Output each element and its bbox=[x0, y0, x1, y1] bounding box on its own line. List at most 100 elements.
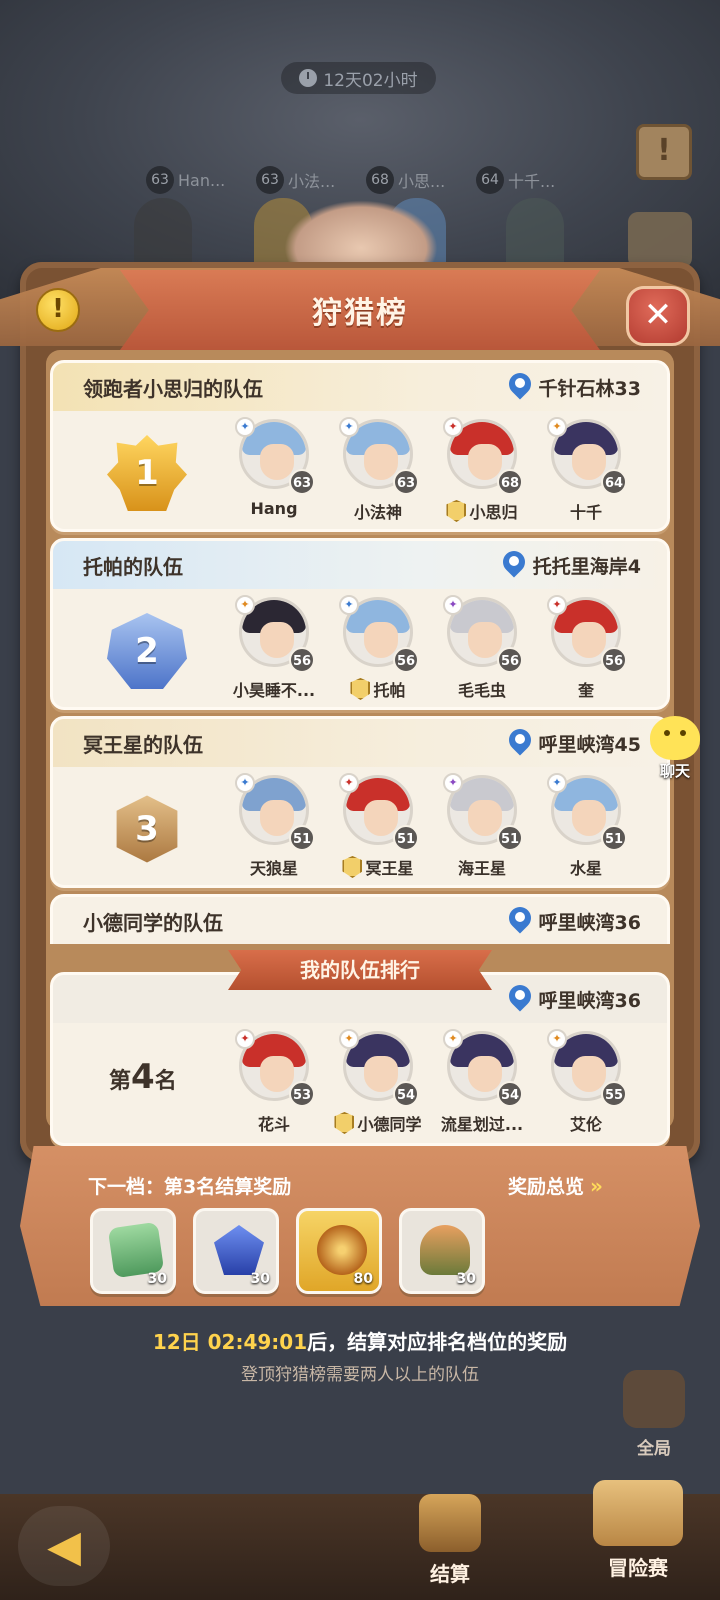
settle-tab[interactable]: 结算 bbox=[400, 1494, 500, 1598]
member[interactable]: ✦ 56 小昊睡不... bbox=[233, 595, 315, 700]
member[interactable]: ✦ 68 小思归 bbox=[443, 417, 523, 522]
member-level: 51 bbox=[289, 825, 315, 851]
info-button[interactable]: ! bbox=[36, 288, 80, 332]
member[interactable]: ✦ 54 小德同学 bbox=[334, 1029, 422, 1134]
leader-shield-icon bbox=[334, 1112, 355, 1134]
rank-badge-silver: 2 bbox=[107, 613, 187, 689]
reward-item[interactable]: 30 bbox=[193, 1208, 279, 1294]
location-pin-icon bbox=[509, 985, 531, 1013]
podium-entry: 64 十千... bbox=[476, 166, 568, 194]
podium-entry: 63 小法... bbox=[256, 166, 348, 194]
member-list: ✦ 63 Hang ✦ 63 小法神 ✦ 68 小思归 ✦ 64 十千 bbox=[235, 417, 627, 522]
member[interactable]: ✦ 51 天狼星 bbox=[235, 773, 315, 878]
member-level: 53 bbox=[289, 1081, 315, 1107]
member-name: 小德同学 bbox=[323, 1111, 433, 1135]
close-button[interactable]: ✕ bbox=[626, 286, 690, 346]
chest-icon[interactable] bbox=[628, 212, 692, 268]
member[interactable]: ✦ 55 艾伦 bbox=[547, 1029, 627, 1134]
meal-plate-icon bbox=[420, 1225, 470, 1275]
location-text: 呼里峡湾36 bbox=[538, 989, 641, 1012]
location-text: 托托里海岸4 bbox=[532, 555, 641, 578]
hint-text: 登顶狩猎榜需要两人以上的队伍 bbox=[241, 1365, 479, 1385]
team-location[interactable]: 呼里峡湾36 bbox=[509, 907, 641, 935]
team-card-3[interactable]: 冥王星的队伍 呼里峡湾45 3 ✦ 51 天狼星 ✦ 51 冥王星 ✦ 51 海王星 ✦ 51… bbox=[50, 716, 670, 888]
class-icon: ✦ bbox=[235, 773, 255, 793]
podium-level: 63 bbox=[146, 166, 174, 194]
member-name: 奎 bbox=[577, 681, 594, 700]
chat-button[interactable]: 聊天 bbox=[638, 716, 712, 790]
member-level: 64 bbox=[601, 469, 627, 495]
settle-bag-icon bbox=[419, 1494, 481, 1552]
member[interactable]: ✦ 54 流星划过... bbox=[441, 1029, 523, 1134]
team-list[interactable]: 领跑者小思归的队伍 千针石林33 1 ✦ 63 Hang ✦ 63 小法神 ✦ 68 小思归… bbox=[50, 360, 670, 944]
class-icon: ✦ bbox=[547, 1029, 567, 1049]
member-name: 托帕 bbox=[323, 677, 433, 701]
member[interactable]: ✦ 53 花斗 bbox=[235, 1029, 315, 1134]
chat-label: 聊天 bbox=[659, 762, 690, 780]
member-level: 51 bbox=[393, 825, 419, 851]
member[interactable]: ✦ 51 水星 bbox=[547, 773, 627, 878]
reward-item[interactable]: 30 bbox=[399, 1208, 485, 1294]
timer-text: 12天02小时 bbox=[323, 70, 418, 91]
gold-orb-icon bbox=[317, 1225, 367, 1275]
team-location[interactable]: 呼里峡湾36 bbox=[509, 985, 641, 1013]
reward-overview-link[interactable]: 奖励总览» bbox=[508, 1172, 603, 1199]
member[interactable]: ✦ 51 海王星 bbox=[443, 773, 523, 878]
member[interactable]: ✦ 64 十千 bbox=[547, 417, 627, 522]
member-level: 63 bbox=[289, 469, 315, 495]
class-icon: ✦ bbox=[443, 773, 463, 793]
class-icon: ✦ bbox=[235, 1029, 255, 1049]
reward-item[interactable]: 80 bbox=[296, 1208, 382, 1294]
team-card-2[interactable]: 托帕的队伍 托托里海岸4 2 ✦ 56 小昊睡不... ✦ 56 托帕 ✦ 56 毛毛虫 ✦… bbox=[50, 538, 670, 710]
member-name: 海王星 bbox=[457, 859, 506, 878]
team-location[interactable]: 托托里海岸4 bbox=[503, 551, 641, 579]
adventure-map-icon bbox=[593, 1480, 683, 1546]
double-chevron-right-icon: » bbox=[590, 1173, 603, 1198]
team-card-1[interactable]: 领跑者小思归的队伍 千针石林33 1 ✦ 63 Hang ✦ 63 小法神 ✦ 68 小思归… bbox=[50, 360, 670, 532]
podium-level: 63 bbox=[256, 166, 284, 194]
team-location[interactable]: 呼里峡湾45 bbox=[509, 729, 641, 757]
reward-count: 30 bbox=[250, 1271, 270, 1287]
class-icon: ✦ bbox=[443, 417, 463, 437]
member-name: 艾伦 bbox=[569, 1115, 602, 1134]
member[interactable]: ✦ 63 小法神 bbox=[339, 417, 419, 522]
rank-badge-gold: 1 bbox=[107, 435, 187, 511]
team-card-header: 小德同学的队伍 呼里峡湾36 bbox=[53, 897, 667, 944]
member-name: 十千 bbox=[569, 503, 602, 522]
member[interactable]: ✦ 63 Hang bbox=[235, 417, 315, 518]
location-text: 千针石林33 bbox=[538, 377, 641, 400]
team-card-4[interactable]: 小德同学的队伍 呼里峡湾36 bbox=[50, 894, 670, 944]
leader-shield-icon bbox=[342, 856, 363, 878]
podium-name: 小思... bbox=[398, 172, 446, 191]
member[interactable]: ✦ 51 冥王星 bbox=[339, 773, 419, 878]
back-button[interactable]: ◀ bbox=[18, 1506, 110, 1586]
arrow-left-icon: ◀ bbox=[47, 1520, 81, 1572]
member-level: 54 bbox=[497, 1081, 523, 1107]
global-button[interactable]: 全局 bbox=[618, 1370, 690, 1470]
member-name: 小思归 bbox=[427, 499, 537, 523]
member[interactable]: ✦ 56 奎 bbox=[547, 595, 627, 700]
class-icon: ✦ bbox=[235, 595, 255, 615]
rank-badge-bronze: 3 bbox=[107, 791, 187, 867]
class-icon: ✦ bbox=[547, 595, 567, 615]
reward-item[interactable]: 30 bbox=[90, 1208, 176, 1294]
reward-count: 80 bbox=[353, 1271, 373, 1287]
adventure-tab[interactable]: 冒险赛 bbox=[580, 1480, 696, 1598]
member-list: ✦ 51 天狼星 ✦ 51 冥王星 ✦ 51 海王星 ✦ 51 水星 bbox=[235, 773, 627, 878]
my-team-card[interactable]: 呼里峡湾36 第4名 ✦ 53 花斗 ✦ 54 小德同学 ✦ 54 流星划过... ✦ 55 艾… bbox=[50, 972, 670, 1146]
target-icon bbox=[623, 1370, 685, 1428]
podium-name: Han... bbox=[178, 170, 226, 190]
quest-scroll-icon[interactable]: ! bbox=[636, 124, 692, 180]
member-name: 冥王星 bbox=[323, 855, 433, 879]
member-name: 天狼星 bbox=[249, 859, 298, 878]
my-team-label: 我的队伍排行 bbox=[228, 950, 492, 990]
location-pin-icon bbox=[509, 907, 531, 935]
member-name: 毛毛虫 bbox=[457, 681, 506, 700]
podium-entry: 68 小思... bbox=[366, 166, 458, 194]
reward-count: 30 bbox=[456, 1271, 476, 1287]
member[interactable]: ✦ 56 托帕 bbox=[339, 595, 419, 700]
team-location[interactable]: 千针石林33 bbox=[509, 373, 641, 401]
member[interactable]: ✦ 56 毛毛虫 bbox=[443, 595, 523, 700]
team-name: 领跑者小思归的队伍 bbox=[83, 376, 263, 401]
location-pin-icon bbox=[509, 373, 531, 401]
